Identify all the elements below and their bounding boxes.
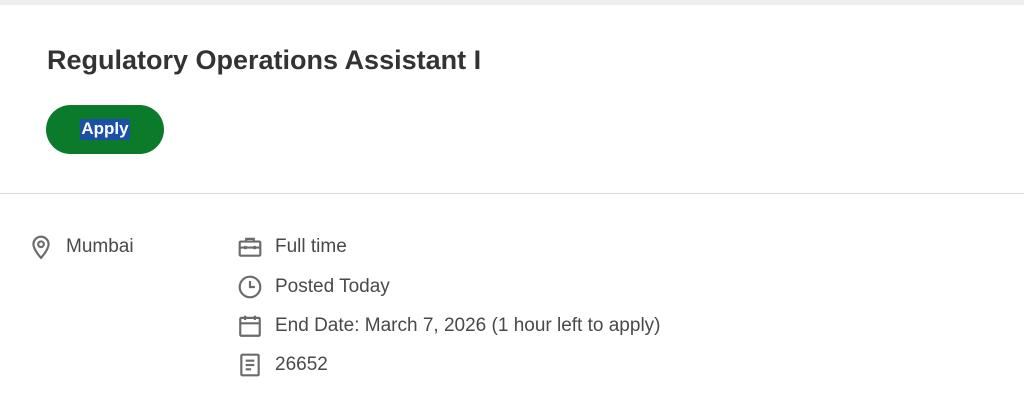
- job-requisition-id: 26652: [237, 352, 328, 378]
- job-requisition-id-text: 26652: [275, 354, 328, 375]
- job-posted-on-text: Posted Today: [275, 276, 390, 297]
- clock-icon: [237, 274, 263, 300]
- apply-button-label: Apply: [80, 119, 130, 140]
- document-icon: [237, 352, 263, 378]
- job-time-type: Full time: [237, 234, 347, 260]
- job-location: Mumbai: [28, 234, 134, 260]
- job-time-type-text: Full time: [275, 236, 347, 257]
- section-divider: [0, 193, 1024, 194]
- job-title: Regulatory Operations Assistant I: [47, 45, 482, 75]
- apply-button[interactable]: Apply: [46, 105, 164, 154]
- calendar-icon: [237, 313, 263, 339]
- job-posted-on: Posted Today: [237, 274, 390, 300]
- briefcase-icon: [237, 234, 263, 260]
- location-pin-icon: [28, 234, 54, 260]
- job-end-date: End Date: March 7, 2026 (1 hour left to …: [237, 313, 661, 339]
- top-strip: [0, 0, 1024, 5]
- job-end-date-text: End Date: March 7, 2026 (1 hour left to …: [275, 315, 661, 336]
- job-location-text: Mumbai: [66, 236, 134, 257]
